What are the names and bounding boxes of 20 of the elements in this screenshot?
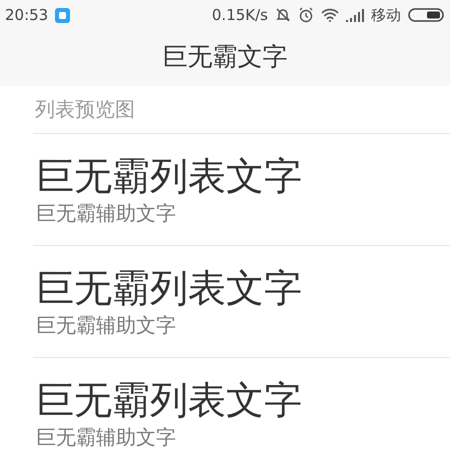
- alarm-icon: [298, 7, 314, 23]
- list-item[interactable]: 巨无霸列表文字 巨无霸辅助文字: [33, 246, 450, 358]
- notification-icon: [55, 8, 70, 22]
- list-item[interactable]: 巨无霸列表文字 巨无霸辅助文字: [33, 358, 450, 459]
- section-header: 列表预览图: [33, 86, 450, 134]
- mute-icon: [275, 7, 291, 23]
- primary-text: 巨无霸列表文字: [36, 376, 303, 422]
- page-title: 巨无霸文字: [162, 40, 288, 72]
- list-item[interactable]: 巨无霸列表文字 巨无霸辅助文字: [33, 134, 450, 246]
- secondary-text: 巨无霸辅助文字: [36, 200, 177, 226]
- secondary-text: 巨无霸辅助文字: [36, 312, 177, 338]
- wifi-icon: [321, 8, 339, 22]
- status-time: 20:53: [5, 6, 48, 24]
- secondary-text: 巨无霸辅助文字: [36, 424, 177, 450]
- battery-icon: [408, 8, 444, 22]
- carrier-name: 移动: [371, 6, 401, 24]
- network-speed: 0.15K/s: [212, 6, 268, 24]
- primary-text: 巨无霸列表文字: [36, 152, 303, 198]
- primary-text: 巨无霸列表文字: [36, 264, 303, 310]
- signal-icon: [346, 8, 364, 22]
